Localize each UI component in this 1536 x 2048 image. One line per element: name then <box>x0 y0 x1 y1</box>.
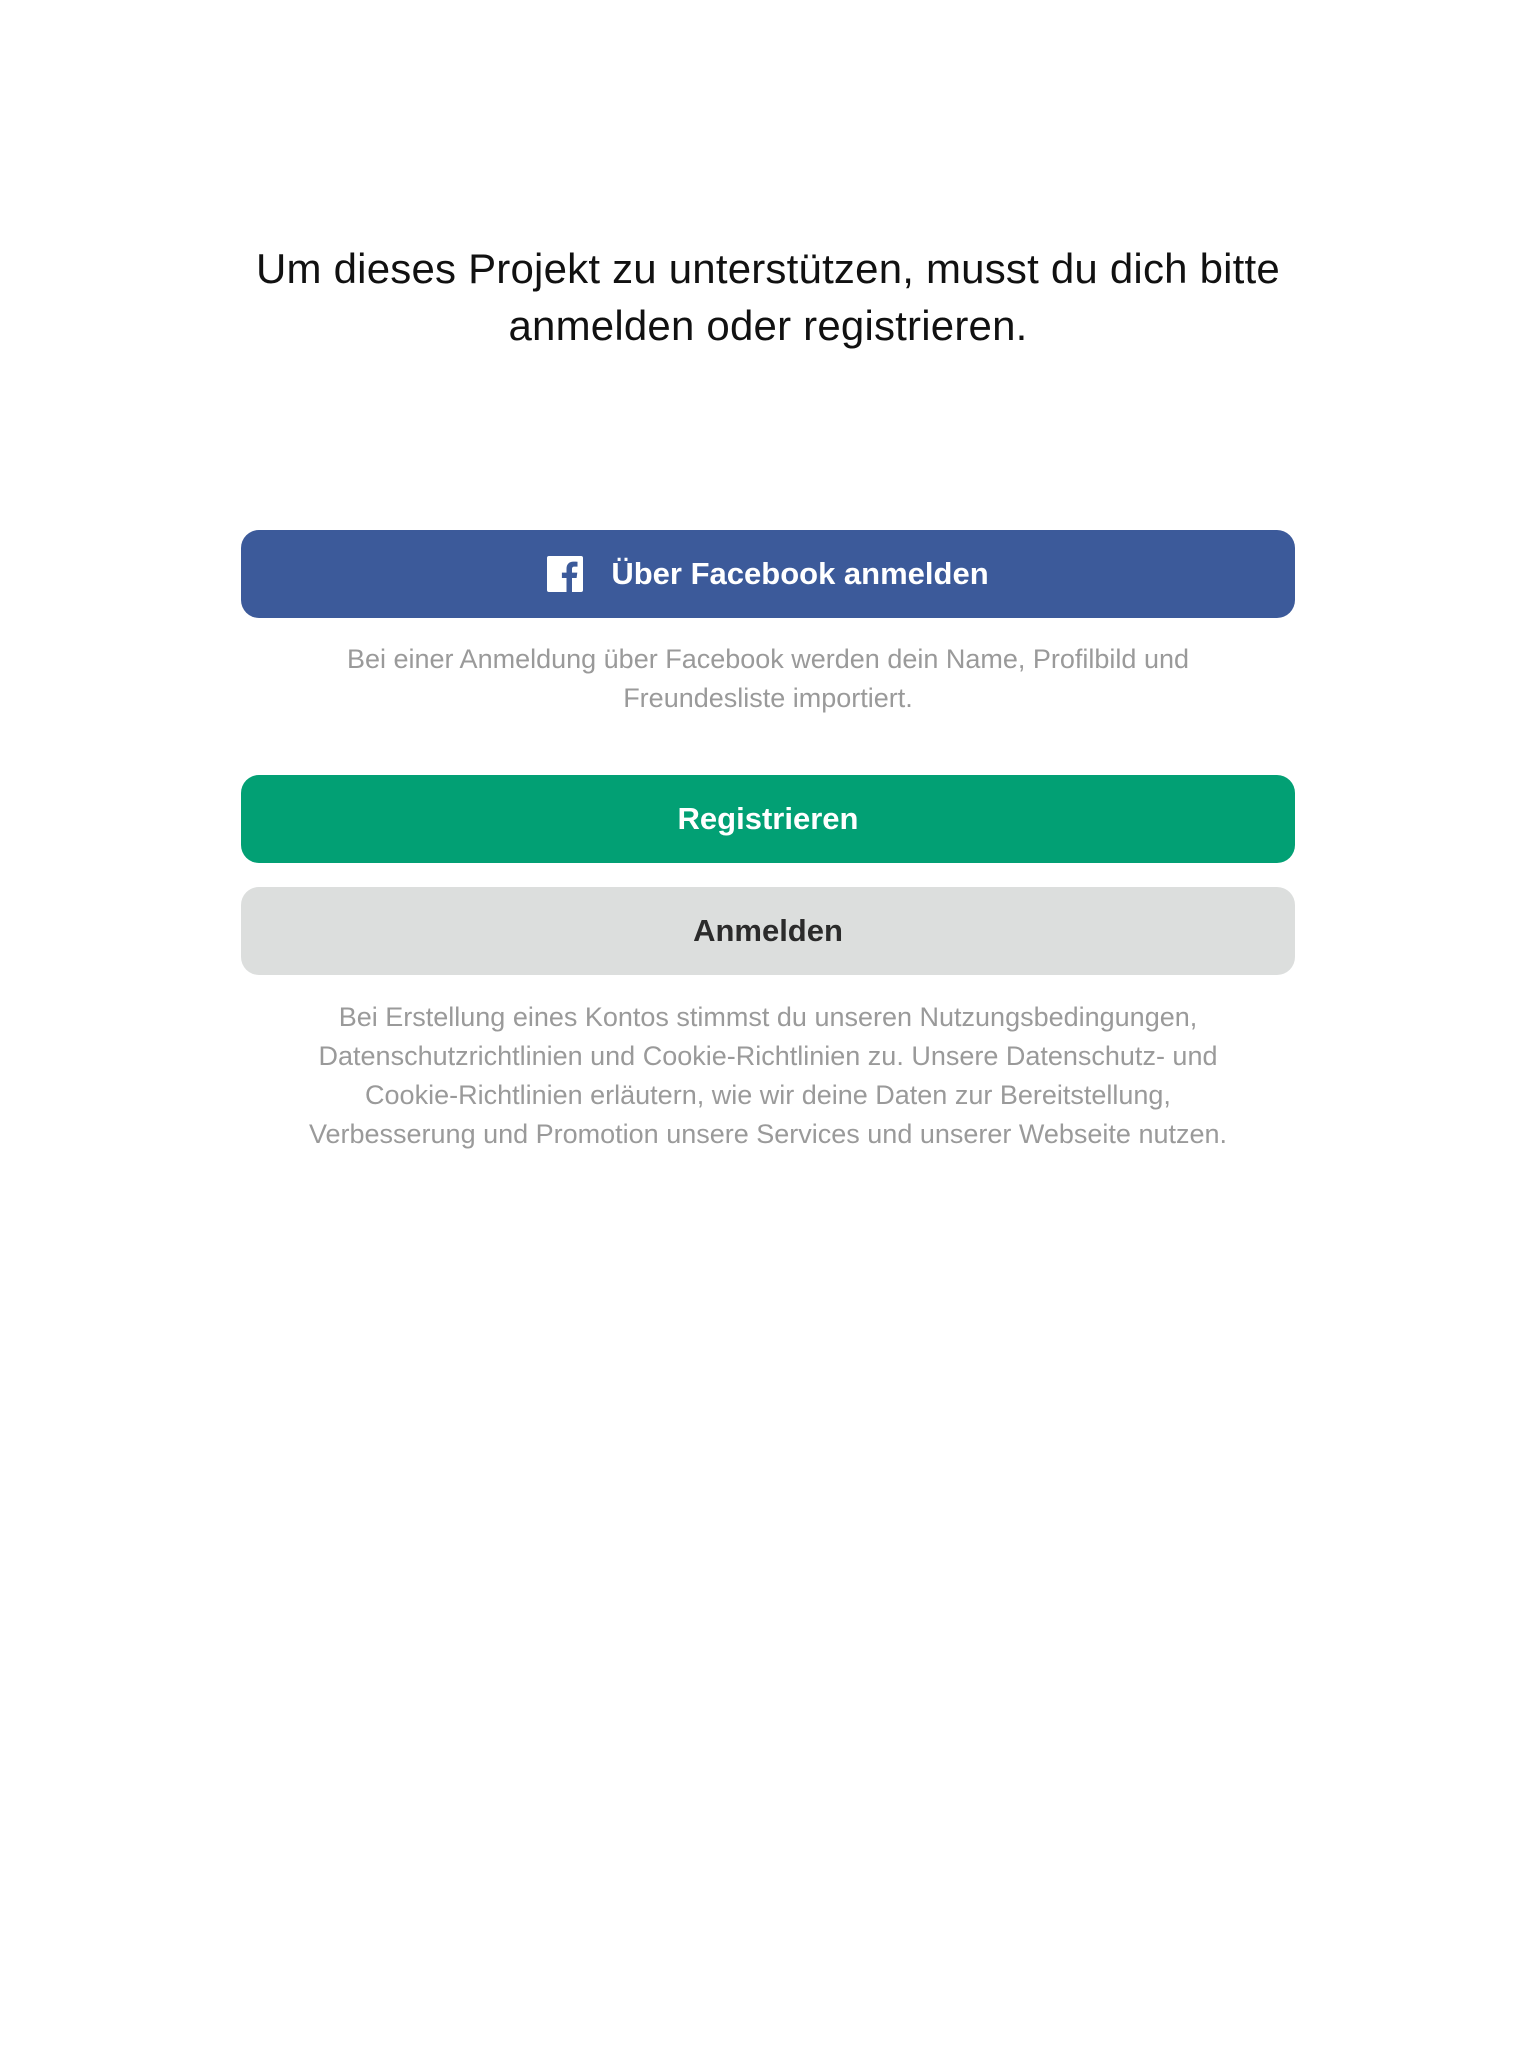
terms-note: Bei Erstellung eines Kontos stimmst du u… <box>241 998 1295 1154</box>
title-line-1: Um dieses Projekt zu unterstützen, musst… <box>256 245 1280 292</box>
terms-line-1: Bei Erstellung eines Kontos stimmst du u… <box>338 1002 1198 1032</box>
facebook-icon <box>547 556 584 592</box>
terms-line-3: Cookie-Richtlinien erläutern, wie wir de… <box>365 1080 1171 1110</box>
terms-line-2: Datenschutzrichtlinien und Cookie-Richtl… <box>318 1041 1218 1071</box>
register-label: Registrieren <box>677 801 859 836</box>
page-title: Um dieses Projekt zu unterstützen, musst… <box>200 240 1336 354</box>
facebook-import-note: Bei einer Anmeldung über Facebook werden… <box>241 640 1295 718</box>
facebook-note-line-2: Freundesliste importiert. <box>623 683 913 713</box>
register-button[interactable]: Registrieren <box>241 775 1295 863</box>
facebook-note-line-1: Bei einer Anmeldung über Facebook werden… <box>346 644 1189 674</box>
title-line-2: anmelden oder registrieren. <box>508 302 1028 349</box>
facebook-login-button[interactable]: Über Facebook anmelden <box>241 530 1295 618</box>
login-button[interactable]: Anmelden <box>241 887 1295 975</box>
login-label: Anmelden <box>693 913 843 948</box>
facebook-login-label: Über Facebook anmelden <box>611 556 989 591</box>
terms-line-4: Verbesserung und Promotion unsere Servic… <box>308 1119 1228 1149</box>
auth-screen: Um dieses Projekt zu unterstützen, musst… <box>0 0 1536 2048</box>
